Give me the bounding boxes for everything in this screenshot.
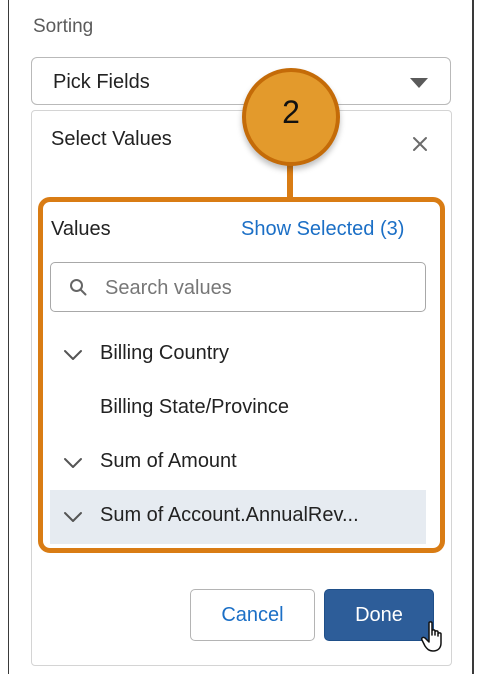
window-border-right bbox=[472, 0, 474, 674]
pick-fields-select[interactable]: Pick Fields bbox=[31, 57, 451, 105]
close-icon[interactable] bbox=[408, 132, 432, 156]
pick-fields-value: Pick Fields bbox=[53, 71, 150, 93]
hand-cursor-icon bbox=[421, 621, 442, 652]
chevron-down-icon bbox=[410, 78, 428, 88]
sorting-label: Sorting bbox=[33, 16, 94, 37]
step-number-callout: 2 bbox=[242, 68, 340, 166]
step-number: 2 bbox=[282, 94, 300, 130]
cancel-button[interactable]: Cancel bbox=[190, 589, 315, 641]
done-button[interactable]: Done bbox=[324, 589, 434, 641]
popover-title: Select Values bbox=[51, 128, 172, 150]
window-border-left bbox=[8, 0, 9, 674]
step-highlight-box bbox=[38, 197, 445, 553]
